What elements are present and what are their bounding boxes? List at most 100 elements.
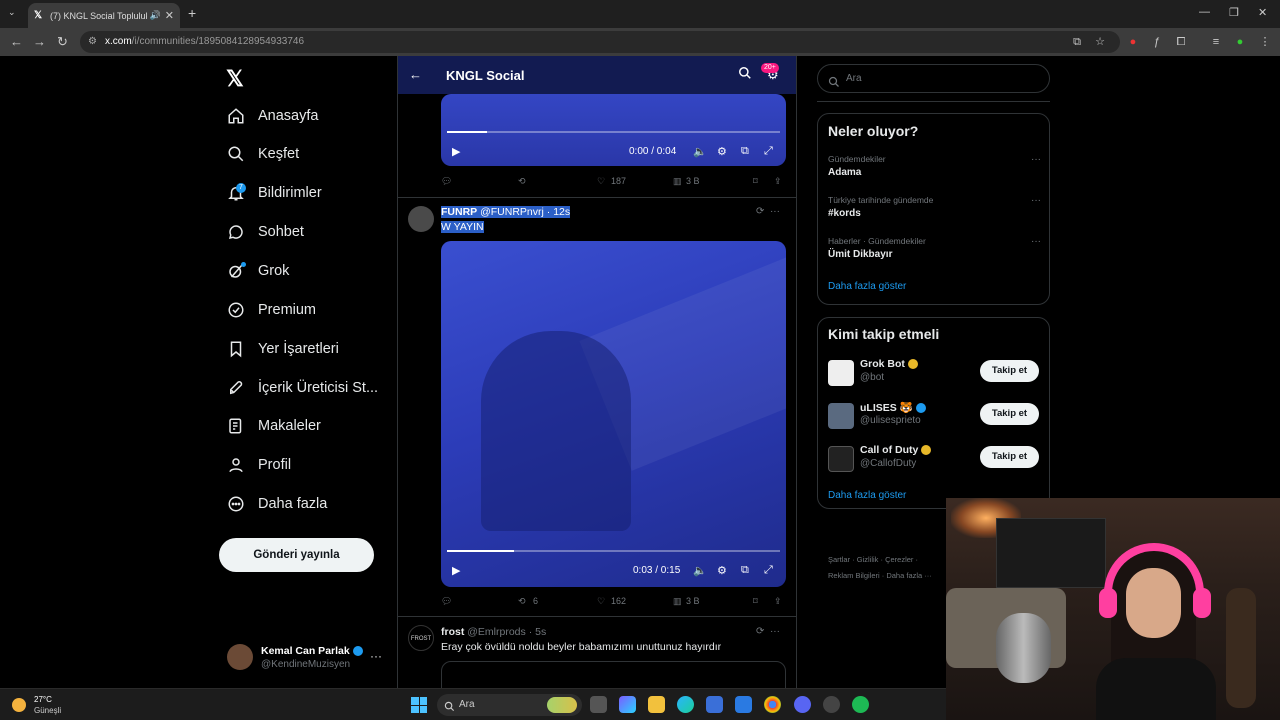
- community-timeline[interactable]: ← KNGL Social ⚙ 20+ ▶ 0:00 / 0:04 🔈 ⚙ ⧉ …: [397, 56, 797, 688]
- post-time[interactable]: 5s: [535, 626, 546, 638]
- play-icon[interactable]: ▶: [452, 564, 460, 577]
- edge-icon[interactable]: [677, 696, 694, 713]
- mail-icon[interactable]: [735, 696, 752, 713]
- more-dots-icon[interactable]: ···: [770, 626, 780, 637]
- nav-grok[interactable]: Grok: [226, 257, 289, 285]
- more-dots-icon[interactable]: ···: [1031, 154, 1041, 165]
- discord-icon[interactable]: [794, 696, 811, 713]
- browser-tab[interactable]: 𝕏 (7) KNGL Social Topluluk / X 🔊 ✕: [28, 3, 180, 28]
- reload-icon[interactable]: ↻: [57, 34, 68, 50]
- repost-icon[interactable]: ⟲: [518, 596, 526, 607]
- nav-more[interactable]: Daha fazla: [226, 490, 327, 518]
- file-explorer-icon[interactable]: [648, 696, 665, 713]
- taskbar-search[interactable]: Ara: [437, 694, 582, 716]
- restore-icon[interactable]: ❐: [1229, 6, 1239, 19]
- more-dots-icon[interactable]: ···: [1031, 195, 1041, 206]
- author-handle[interactable]: @Emlrprods: [467, 626, 526, 638]
- share-icon[interactable]: ⇪: [774, 176, 782, 187]
- more-dots-icon[interactable]: ···: [370, 649, 382, 663]
- trend-item[interactable]: Gündemdekiler Adama ···: [828, 154, 1041, 178]
- post-media[interactable]: [441, 661, 786, 688]
- forward-arrow-icon[interactable]: →: [33, 34, 46, 49]
- x-logo-icon[interactable]: 𝕏: [226, 66, 244, 92]
- more-dots-icon[interactable]: ···: [1031, 236, 1041, 247]
- settings-gear-icon[interactable]: ⚙: [717, 145, 727, 158]
- back-arrow-icon[interactable]: ←: [10, 34, 23, 49]
- back-arrow-icon[interactable]: ←: [409, 67, 422, 82]
- reply-icon[interactable]: 💬︎: [441, 596, 452, 607]
- browser-menu-icon[interactable]: ⋮: [1258, 35, 1272, 49]
- grok-icon[interactable]: ⟳: [756, 206, 764, 217]
- show-more-link[interactable]: Daha fazla göster: [828, 490, 906, 501]
- avatar[interactable]: [408, 206, 434, 232]
- pip-icon[interactable]: ⧉: [741, 564, 749, 577]
- author-name[interactable]: FUNRP: [441, 206, 477, 218]
- reply-icon[interactable]: 💬︎: [441, 176, 452, 187]
- minimize-icon[interactable]: —: [1199, 6, 1210, 18]
- nav-profile[interactable]: Profil: [226, 451, 291, 479]
- like-icon[interactable]: ♡: [597, 596, 605, 607]
- spotify-icon[interactable]: [852, 696, 869, 713]
- follow-suggestion[interactable]: Grok Bot @bot Takip et: [828, 358, 1041, 388]
- install-app-icon[interactable]: ⧉: [1070, 35, 1084, 49]
- close-window-icon[interactable]: ✕: [1258, 6, 1267, 19]
- trend-item[interactable]: Türkiye tarihinde gündemde #kords ···: [828, 195, 1041, 219]
- avatar[interactable]: FROST: [408, 625, 434, 651]
- search-icon[interactable]: [738, 66, 752, 80]
- steam-icon[interactable]: [823, 696, 840, 713]
- bookmark-star-icon[interactable]: ☆: [1093, 35, 1107, 49]
- windows-start-icon[interactable]: [411, 697, 427, 713]
- views-icon[interactable]: ▥: [673, 176, 682, 187]
- video-player[interactable]: ▶ 0:00 / 0:04 🔈 ⚙ ⧉ ⤢: [441, 94, 786, 166]
- grok-icon[interactable]: ⟳: [756, 626, 764, 637]
- volume-icon[interactable]: 🔈: [693, 145, 707, 158]
- bookmark-icon[interactable]: ⌑: [753, 596, 758, 607]
- copilot-icon[interactable]: [619, 696, 636, 713]
- nav-premium[interactable]: Premium: [226, 296, 316, 324]
- follow-suggestion[interactable]: uLISES 🐯 @ulisesprieto Takip et: [828, 401, 1041, 431]
- more-dots-icon[interactable]: ···: [770, 206, 780, 217]
- task-view-icon[interactable]: [590, 696, 607, 713]
- speaker-icon[interactable]: 🔊: [150, 10, 161, 21]
- nav-bookmarks[interactable]: Yer İşaretleri: [226, 335, 339, 363]
- media-control-icon[interactable]: ≡: [1209, 35, 1223, 49]
- show-more-link[interactable]: Daha fazla göster: [828, 281, 906, 292]
- footer-links[interactable]: Şartlar · Gizlilik · Çerezler ·: [828, 555, 918, 564]
- site-info-icon[interactable]: ⚙: [88, 31, 97, 53]
- nav-creator-studio[interactable]: İçerik Üreticisi St...: [226, 374, 378, 402]
- share-icon[interactable]: ⇪: [774, 596, 782, 607]
- author-name[interactable]: frost: [441, 626, 464, 638]
- follow-suggestion[interactable]: Call of Duty @CallofDuty Takip et: [828, 444, 1041, 474]
- like-icon[interactable]: ♡: [597, 176, 605, 187]
- extensions-puzzle-icon[interactable]: ⧠: [1174, 35, 1188, 49]
- pip-icon[interactable]: ⧉: [741, 145, 749, 158]
- play-icon[interactable]: ▶: [452, 145, 460, 158]
- bookmark-icon[interactable]: ⌑: [753, 176, 758, 187]
- extension-f-icon[interactable]: ƒ: [1150, 35, 1164, 49]
- nav-chat[interactable]: Sohbet: [226, 218, 304, 246]
- volume-icon[interactable]: 🔈: [693, 564, 707, 577]
- account-switcher[interactable]: Kemal Can Parlak @KendineMuzisyen ···: [227, 642, 387, 672]
- follow-button[interactable]: Takip et: [980, 360, 1039, 382]
- nav-home[interactable]: Anasayfa: [226, 102, 318, 130]
- url-field[interactable]: ⚙ x.com/i/communities/189508412895493374…: [80, 31, 1120, 53]
- repost-icon[interactable]: ⟲: [518, 176, 526, 187]
- footer-links[interactable]: Reklam Bilgileri · Daha fazla ···: [828, 571, 932, 580]
- trend-item[interactable]: Haberler · Gündemdekiler Ümit Dikbayır ·…: [828, 236, 1041, 260]
- nav-articles[interactable]: Makaleler: [226, 412, 321, 440]
- post-button[interactable]: Gönderi yayınla: [219, 538, 374, 572]
- fullscreen-icon[interactable]: ⤢: [764, 145, 773, 158]
- chrome-icon[interactable]: [764, 696, 781, 713]
- close-tab-icon[interactable]: ✕: [165, 9, 174, 22]
- follow-button[interactable]: Takip et: [980, 403, 1039, 425]
- author-handle[interactable]: @FUNRPnvrj: [480, 206, 544, 218]
- profile-icon[interactable]: ●: [1233, 35, 1247, 49]
- extension-red-icon[interactable]: ●: [1126, 35, 1140, 49]
- video-progress-bar[interactable]: [447, 550, 780, 552]
- follow-button[interactable]: Takip et: [980, 446, 1039, 468]
- store-icon[interactable]: [706, 696, 723, 713]
- fullscreen-icon[interactable]: ⤢: [764, 564, 773, 577]
- settings-gear-icon[interactable]: ⚙: [717, 564, 727, 577]
- tab-list-chevron-icon[interactable]: ⌄: [8, 7, 16, 18]
- views-icon[interactable]: ▥: [673, 596, 682, 607]
